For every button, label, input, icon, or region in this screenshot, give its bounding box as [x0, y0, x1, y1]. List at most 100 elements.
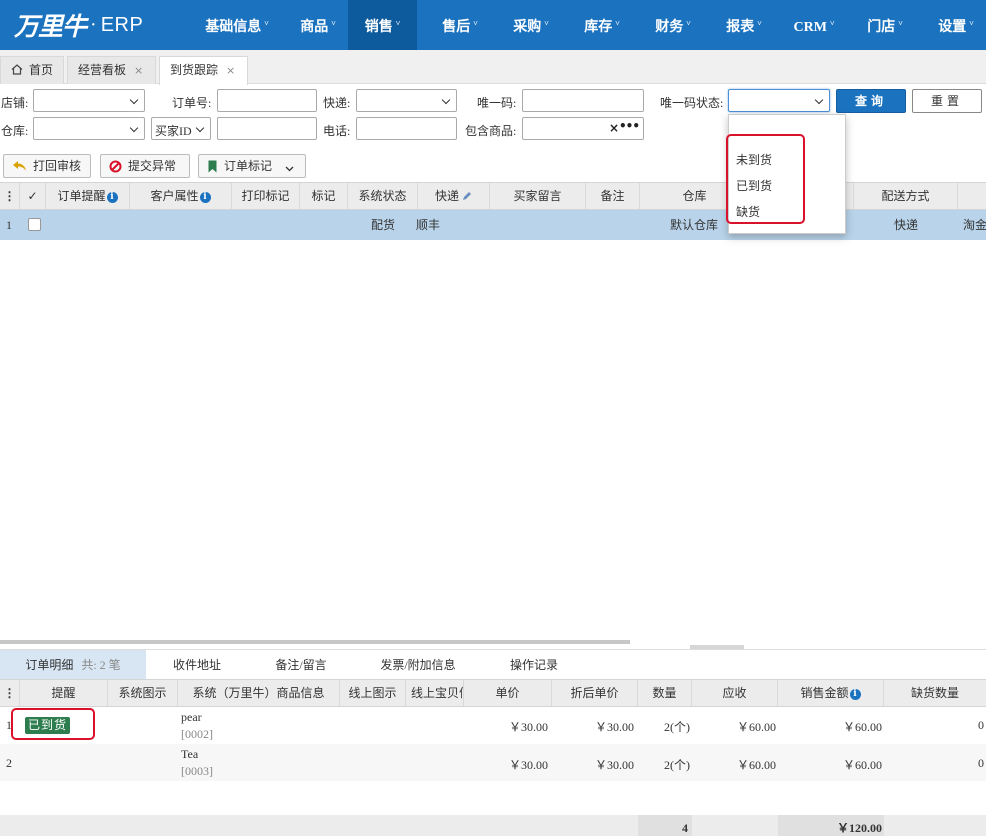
chevron-down-icon: ˅ — [969, 19, 974, 28]
col-receivable[interactable]: 应收 — [692, 680, 778, 706]
receivable: ￥60.00 — [736, 720, 776, 734]
tab-arrival-tracking[interactable]: 到货跟踪 × — [159, 56, 248, 85]
col-discount-price[interactable]: 折后单价 — [552, 680, 638, 706]
column-menu-icon[interactable]: ⋮ — [0, 183, 20, 209]
col-buyer-message[interactable]: 买家留言 — [490, 183, 586, 209]
col-reminder[interactable]: 提醒 — [20, 680, 108, 706]
horizontal-scrollbar[interactable] — [0, 640, 630, 644]
tab-home[interactable]: 首页 — [0, 56, 64, 84]
tab-operation-log[interactable]: 操作记录 — [490, 650, 578, 680]
warehouse-label: 仓库: — [1, 124, 29, 138]
chevron-down-icon: ˅ — [395, 19, 401, 28]
detail-count: 共: 2 笔 — [81, 658, 121, 672]
col-online-image[interactable]: 线上图示 — [340, 680, 406, 706]
buyer-id-input[interactable] — [217, 117, 317, 140]
nav-reports[interactable]: 报表 ˅ — [714, 0, 774, 50]
col-print-mark[interactable]: 打印标记 — [232, 183, 300, 209]
row-checkbox[interactable] — [28, 218, 41, 231]
logo-mark: 万里牛 — [14, 12, 87, 41]
home-icon — [11, 64, 23, 75]
nav-crm[interactable]: CRM ˅ — [784, 0, 844, 50]
col-remark[interactable]: 备注 — [586, 183, 640, 209]
col-unit-price[interactable]: 单价 — [464, 680, 552, 706]
nav-after-sales[interactable]: 售后 ˅ — [430, 0, 490, 50]
col-quantity[interactable]: 数量 — [638, 680, 692, 706]
col-system-status[interactable]: 系统状态 — [348, 183, 418, 209]
tab-remark[interactable]: 备注/留言 — [255, 650, 347, 680]
info-icon: i — [849, 689, 861, 700]
chevron-down-icon: ˅ — [615, 19, 620, 28]
short-quantity: 0 — [978, 718, 984, 732]
row-delivery-method: 快递 — [894, 218, 919, 232]
order-no-label: 订单号: — [172, 96, 212, 110]
receivable: ￥60.00 — [736, 758, 776, 772]
tab-order-detail[interactable]: 订单明细 共: 2 笔 — [0, 650, 146, 680]
order-no-input[interactable] — [217, 89, 317, 112]
clear-icon[interactable]: × — [609, 121, 619, 135]
col-express[interactable]: 快递 — [418, 183, 490, 209]
contains-goods-input[interactable]: × ••• — [522, 117, 644, 140]
col-customer-attr[interactable]: 客户属性 i — [130, 183, 232, 209]
page-tab-bar: 首页 经营看板 × 到货跟踪 × — [0, 50, 986, 85]
tab-invoice[interactable]: 发票/附加信息 — [360, 650, 476, 680]
detail-column-menu-icon[interactable]: ⋮ — [0, 680, 20, 706]
col-delivery-method[interactable]: 配送方式 — [854, 183, 958, 209]
quantity: 2(个) — [664, 720, 690, 734]
sales-amount: ￥60.00 — [842, 758, 882, 772]
reset-button[interactable]: 重置 — [912, 89, 982, 113]
col-overflow[interactable] — [958, 183, 986, 209]
close-icon[interactable]: × — [134, 64, 143, 77]
col-system-image[interactable]: 系统图示 — [108, 680, 178, 706]
nav-inventory[interactable]: 库存 ˅ — [572, 0, 632, 50]
col-mark[interactable]: 标记 — [300, 183, 348, 209]
chevron-down-icon: ˅ — [544, 19, 549, 28]
edit-pencil-icon — [463, 192, 471, 200]
close-icon[interactable]: × — [226, 64, 235, 77]
chevron-down-icon: ˅ — [829, 19, 835, 28]
buyer-id-select[interactable]: 买家ID — [151, 117, 211, 140]
col-sales-amount[interactable]: 销售金额 i — [778, 680, 884, 706]
express-select[interactable] — [356, 89, 457, 112]
select-all-checkbox[interactable]: ✓ — [20, 183, 46, 209]
query-button[interactable]: 查询 — [836, 89, 906, 113]
col-short-quantity[interactable]: 缺货数量 — [884, 680, 986, 706]
more-icon[interactable]: ••• — [619, 119, 640, 133]
unique-status-select[interactable] — [728, 89, 830, 112]
nav-sales[interactable]: 销售 ˅ — [348, 0, 417, 50]
chevron-down-icon: ˅ — [473, 19, 478, 28]
unique-status-label: 唯一码状态: — [660, 96, 724, 110]
col-order-reminder[interactable]: 订单提醒 i — [46, 183, 130, 209]
warehouse-select[interactable] — [33, 117, 145, 140]
shop-select[interactable] — [33, 89, 145, 112]
totals-row: 4 ￥120.00 — [0, 815, 986, 836]
nav-store[interactable]: 门店 ˅ — [855, 0, 915, 50]
phone-label: 电话: — [323, 124, 351, 138]
shop-label: 店铺: — [1, 96, 29, 110]
chevron-down-icon: ˅ — [686, 19, 691, 28]
submit-exception-button[interactable]: 提交异常 — [100, 154, 190, 178]
col-online-item-info[interactable]: 线上宝贝信息 — [406, 680, 464, 706]
tab-dashboard[interactable]: 经营看板 × — [67, 56, 156, 84]
detail-row-index: 2 — [6, 756, 12, 770]
order-mark-button[interactable]: 订单标记 — [198, 154, 306, 178]
phone-input[interactable] — [356, 117, 457, 140]
row-overflow-cell: 淘金 — [963, 218, 986, 232]
return-review-button[interactable]: 打回审核 — [3, 154, 91, 178]
nav-goods[interactable]: 商品 ˅ — [288, 0, 348, 50]
col-system-goods-info[interactable]: 系统（万里牛）商品信息 — [178, 680, 340, 706]
goods-name: Tea — [181, 747, 199, 761]
chevron-down-icon: ˅ — [898, 19, 903, 28]
chevron-down-icon: ˅ — [264, 19, 269, 28]
logo-erp-text: ERP — [100, 13, 144, 36]
nav-finance[interactable]: 财务 ˅ — [643, 0, 703, 50]
app-logo[interactable]: 万里牛 · ERP — [14, 8, 143, 42]
detail-tab-bar: 订单明细 共: 2 笔 收件地址 备注/留言 发票/附加信息 操作记录 — [0, 649, 986, 680]
nav-settings[interactable]: 设置 ˅ — [926, 0, 986, 50]
unique-code-input[interactable] — [522, 89, 644, 112]
nav-basic-info[interactable]: 基础信息 ˅ — [197, 0, 277, 50]
discount-price: ￥30.00 — [594, 720, 634, 734]
goods-sku: [0002] — [181, 727, 213, 741]
tab-address[interactable]: 收件地址 — [152, 650, 242, 680]
goods-sku: [0003] — [181, 764, 213, 778]
nav-purchase[interactable]: 采购 ˅ — [501, 0, 561, 50]
